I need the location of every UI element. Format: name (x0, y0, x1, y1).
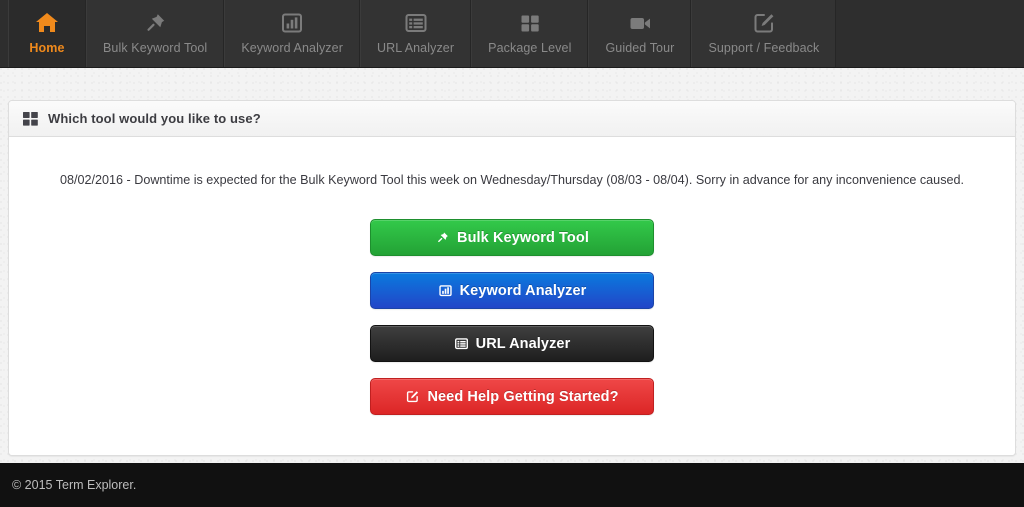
edit-square-icon (405, 389, 420, 404)
grid-squares-icon (517, 10, 543, 36)
nav-item-keyword-analyzer[interactable]: Keyword Analyzer (224, 0, 360, 67)
bar-chart-icon (279, 10, 305, 36)
panel-body: 08/02/2016 - Downtime is expected for th… (9, 137, 1015, 455)
nav-item-label: Package Level (488, 41, 572, 55)
nav-left-spacer (0, 0, 8, 67)
nav-item-label: Support / Feedback (708, 41, 820, 55)
button-label: URL Analyzer (475, 335, 571, 352)
nav-item-package-level[interactable]: Package Level (471, 0, 589, 67)
list-table-icon (454, 336, 469, 351)
nav-item-home[interactable]: Home (8, 0, 86, 67)
nav-right-filler (836, 0, 1024, 67)
copyright-text: © 2015 Term Explorer. (12, 478, 137, 492)
bulk-keyword-tool-button[interactable]: Bulk Keyword Tool (370, 219, 654, 256)
video-camera-icon (627, 10, 653, 36)
tool-selection-panel: Which tool would you like to use? 08/02/… (8, 100, 1016, 456)
button-label: Keyword Analyzer (459, 282, 587, 299)
need-help-getting-started-button[interactable]: Need Help Getting Started? (370, 378, 654, 415)
nav-item-label: Bulk Keyword Tool (103, 41, 208, 55)
page-title: Which tool would you like to use? (48, 111, 261, 126)
button-label: Bulk Keyword Tool (457, 229, 589, 246)
bar-chart-icon (438, 283, 453, 298)
pushpin-icon (435, 230, 450, 245)
list-table-icon (403, 10, 429, 36)
downtime-notice: 08/02/2016 - Downtime is expected for th… (60, 173, 964, 187)
nav-item-label: Guided Tour (605, 41, 675, 55)
nav-item-guided-tour[interactable]: Guided Tour (588, 0, 692, 67)
nav-item-label: Keyword Analyzer (241, 41, 343, 55)
edit-square-icon (751, 10, 777, 36)
nav-item-url-analyzer[interactable]: URL Analyzer (359, 0, 472, 67)
keyword-analyzer-button[interactable]: Keyword Analyzer (370, 272, 654, 309)
page-footer: © 2015 Term Explorer. (0, 463, 1024, 507)
nav-item-support-feedback[interactable]: Support / Feedback (691, 0, 837, 67)
main-navigation: Home Bulk Keyword Tool Keyword Analyzer (0, 0, 1024, 68)
th-large-icon (23, 111, 38, 126)
nav-item-label: Home (29, 41, 65, 55)
tool-button-stack: Bulk Keyword Tool Keyword Analyzer URL A… (29, 219, 995, 415)
button-label: Need Help Getting Started? (427, 388, 619, 405)
url-analyzer-button[interactable]: URL Analyzer (370, 325, 654, 362)
home-icon (34, 10, 60, 36)
panel-heading: Which tool would you like to use? (9, 101, 1015, 137)
nav-item-bulk-keyword-tool[interactable]: Bulk Keyword Tool (86, 0, 225, 67)
nav-item-label: URL Analyzer (376, 41, 455, 55)
pushpin-icon (142, 10, 168, 36)
